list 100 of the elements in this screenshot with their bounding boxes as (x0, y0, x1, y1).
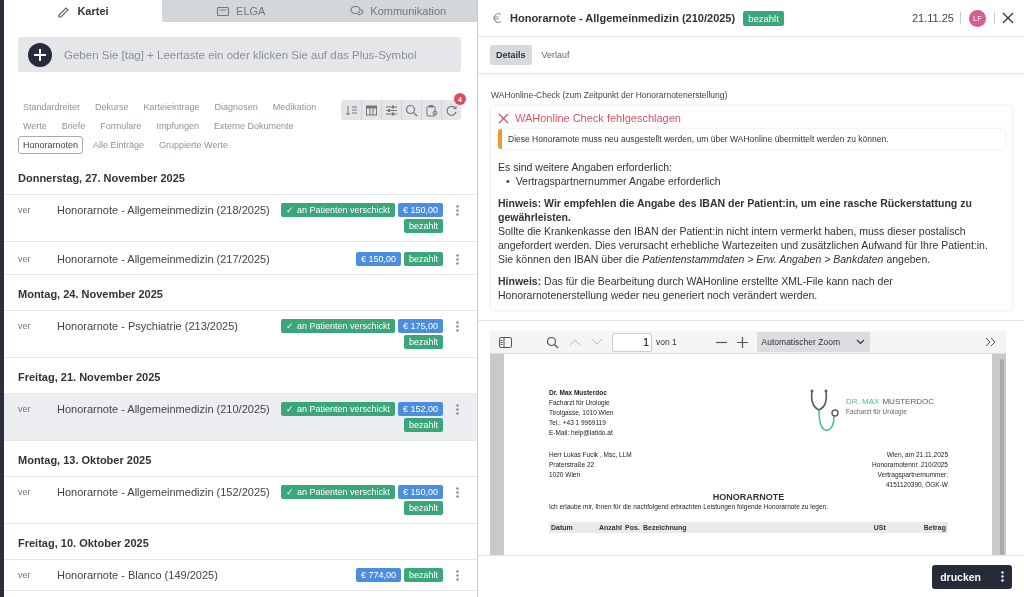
bullet-item: Vertragspartnernummer Angabe erforderlich (515, 175, 721, 187)
toolbar-button[interactable] (421, 100, 441, 120)
sent-badge: ✓ an Patienten verschickt (281, 203, 395, 217)
filter-tab[interactable]: Diagnosen (209, 98, 263, 116)
chevron-up-icon (569, 338, 581, 346)
close-button[interactable] (994, 12, 1014, 24)
status-badge: bezahlt (403, 501, 443, 515)
filter-tab[interactable]: Alle Einträge (88, 136, 150, 154)
date-heading: Donnerstag, 27. November 2025 (4, 161, 477, 195)
filter-tab[interactable]: Karteieintrage (138, 98, 205, 116)
print-button[interactable]: drucken (932, 564, 1012, 589)
sent-badge: ✓ an Patienten verschickt (281, 319, 395, 333)
filter-tab[interactable]: Honorarnoten (18, 136, 84, 154)
entry-type: ver (18, 204, 32, 215)
status-badge: bezahlt (403, 219, 443, 233)
hint-text: Hinweis: Wir empfehlen die Angabe des IBAN der Patient:in, um eine rasche Rückerstattung zu gewährleisten. (498, 196, 973, 224)
sent-badge: ✓ an Patienten verschickt (281, 485, 395, 499)
kebab-icon (455, 254, 459, 265)
error-icon (498, 112, 509, 124)
date-heading: Montag, 24. November 2025 (4, 277, 477, 311)
bullet-marker: • (506, 175, 510, 187)
table-icon (365, 103, 378, 117)
close-icon (1002, 12, 1014, 24)
search-icon (405, 103, 418, 117)
entry-row[interactable]: ver Honorarnote - Allgemeinmedizin (210/2025) ✓ an Patienten verschickt € 152,00 bezahlt (4, 394, 477, 441)
card-icon (216, 4, 231, 18)
amount-badge: € 175,00 (397, 319, 443, 333)
detail-title: Honorarnote - Allgemeinmedizin (210/2025) (510, 12, 736, 24)
refresh-icon (445, 103, 458, 117)
chevron-down-icon (591, 338, 603, 346)
amount-badge: € 150,00 (397, 203, 443, 217)
kebab-icon (455, 205, 459, 216)
double-chevron-icon (985, 337, 997, 347)
filter-tab[interactable]: Impfungen (151, 117, 204, 135)
entry-row[interactable]: ver Honorarnote - Psychiatrie (213/2025) ✓ an Patienten verschickt € 175,00 bezahlt (4, 311, 477, 358)
section-label: WAHonline-Check (zum Zeitpunkt der Honorarnotenerstellung) (491, 90, 729, 100)
status-badge: bezahlt (403, 252, 443, 266)
entry-title: Honorarnote - Allgemeinmedizin (217/2025) (57, 252, 271, 265)
status-badge: bezahlt (743, 10, 784, 26)
filter-tab[interactable]: Dekurse (90, 98, 134, 116)
amount-badge: € 150,00 (397, 485, 443, 499)
clipboard-icon (425, 103, 438, 117)
error-title: WAHonline Check fehlgeschlagen (515, 112, 681, 124)
panel-tab[interactable]: ELGA (162, 0, 320, 22)
document-heading: HONORARNOTE (711, 492, 786, 502)
filter-tab[interactable]: Briefe (56, 117, 91, 135)
entry-type: ver (18, 569, 32, 580)
kebab-icon (455, 321, 459, 332)
status-badge: bezahlt (403, 335, 443, 349)
hint-text: Hinweis: Das für die Bearbeitung durch WAHonline erstellte XML-File kann nach der Honorarnotenerstellung weder neu generiert noch verändert werden. (498, 274, 894, 302)
date-heading: Montag, 13. Oktober 2025 (4, 443, 477, 477)
status-badge: bezahlt (403, 418, 443, 432)
intro-text: Es sind weitere Angaben erforderlich: (498, 160, 673, 174)
tag-input-field[interactable]: Geben Sie [tag] + Leertaste ein oder klicken Sie auf das Plus-Symbol (62, 47, 461, 62)
entry-row[interactable]: ver Honorarnote - Allgemeinmedizin (152/2025) ✓ an Patienten verschickt € 150,00 bezahlt (4, 477, 477, 524)
page-number-field[interactable]: 1 (612, 332, 652, 352)
hint-text: Sollte die Krankenkasse den IBAN der Patient:in nicht intern vermerkt haben, muss dieser postalisch angefordert werden. Dies verursacht erhebliche Wartezeiten und zusätzlichen Aufwand für Ihre Patient:in. Sie können den IBAN über die Patientenstammdaten > Erw. Angaben > Bankdaten angeben. (498, 224, 989, 266)
filter-tab[interactable]: Medikation (267, 98, 322, 116)
panel-tab[interactable]: Kartei (4, 0, 162, 22)
plus-icon (736, 336, 748, 348)
entry-title: Honorarnote - Psychiatrie (213/2025) (57, 319, 239, 332)
filter-tab[interactable]: Formulare (95, 117, 147, 135)
entry-title: Honorarnote - Blanco (149/2025) (57, 568, 219, 581)
plus-icon[interactable] (28, 42, 52, 67)
entry-title: Honorarnote - Allgemeinmedizin (218/2025) (57, 203, 271, 216)
detail-tab[interactable]: Verlauf (535, 45, 576, 65)
entry-title: Honorarnote - Allgemeinmedizin (210/2025) (57, 402, 271, 415)
page-count: von 1 (656, 337, 677, 347)
filter-tab[interactable]: Standardreiter (18, 98, 86, 116)
filter-tab[interactable]: Werte (18, 117, 52, 135)
sidebar-icon (499, 336, 512, 348)
date-heading: Freitag, 10. Oktober 2025 (4, 526, 477, 560)
kebab-icon (1001, 571, 1004, 582)
logo-name: MUSTERDOC (882, 397, 934, 406)
zoom-select[interactable]: Automatischer Zoom (756, 332, 870, 352)
sent-badge: ✓ an Patienten verschickt (281, 402, 395, 416)
amount-badge: € 774,00 (355, 568, 401, 582)
entry-row[interactable]: ver Honorarnote - Blanco (149/2025) € 774,00 bezahlt (4, 560, 477, 591)
chat-icon (350, 4, 365, 18)
entry-row[interactable]: ver Honorarnote - Allgemeinmedizin (218/2025) ✓ an Patienten verschickt € 150,00 bezahlt (4, 195, 477, 242)
detail-tab[interactable]: Details (490, 45, 532, 65)
entry-type: ver (18, 320, 32, 331)
tag-input-bar[interactable]: Geben Sie [tag] + Leertaste ein oder klicken Sie auf das Plus-Symbol (18, 37, 461, 72)
logo-name: DR. MAX (846, 397, 880, 406)
filter-tab[interactable]: Externe Dokumente (208, 117, 299, 135)
euro-icon (492, 12, 502, 24)
entry-row[interactable]: ver Honorarnote - Allgemeinmedizin (217/2025) € 150,00 bezahlt (4, 244, 477, 275)
sliders-icon (385, 103, 398, 117)
panel-tab[interactable]: Kommunikation (319, 0, 477, 22)
entry-type: ver (18, 253, 32, 264)
warning-message: Diese Honorarnote muss neu ausgestellt werden, um über WAHonline übermittelt werden zu können. (498, 129, 1005, 149)
filter-tab[interactable]: Gruppierte Werte (154, 136, 233, 154)
caret-icon (856, 339, 865, 345)
entry-type: ver (18, 486, 32, 497)
sort-icon (344, 103, 358, 117)
search-icon (546, 335, 559, 349)
entry-title: Honorarnote - Allgemeinmedizin (152/2025) (57, 485, 271, 498)
kebab-icon (455, 404, 459, 415)
kebab-icon (455, 570, 459, 581)
status-badge: bezahlt (403, 568, 443, 582)
